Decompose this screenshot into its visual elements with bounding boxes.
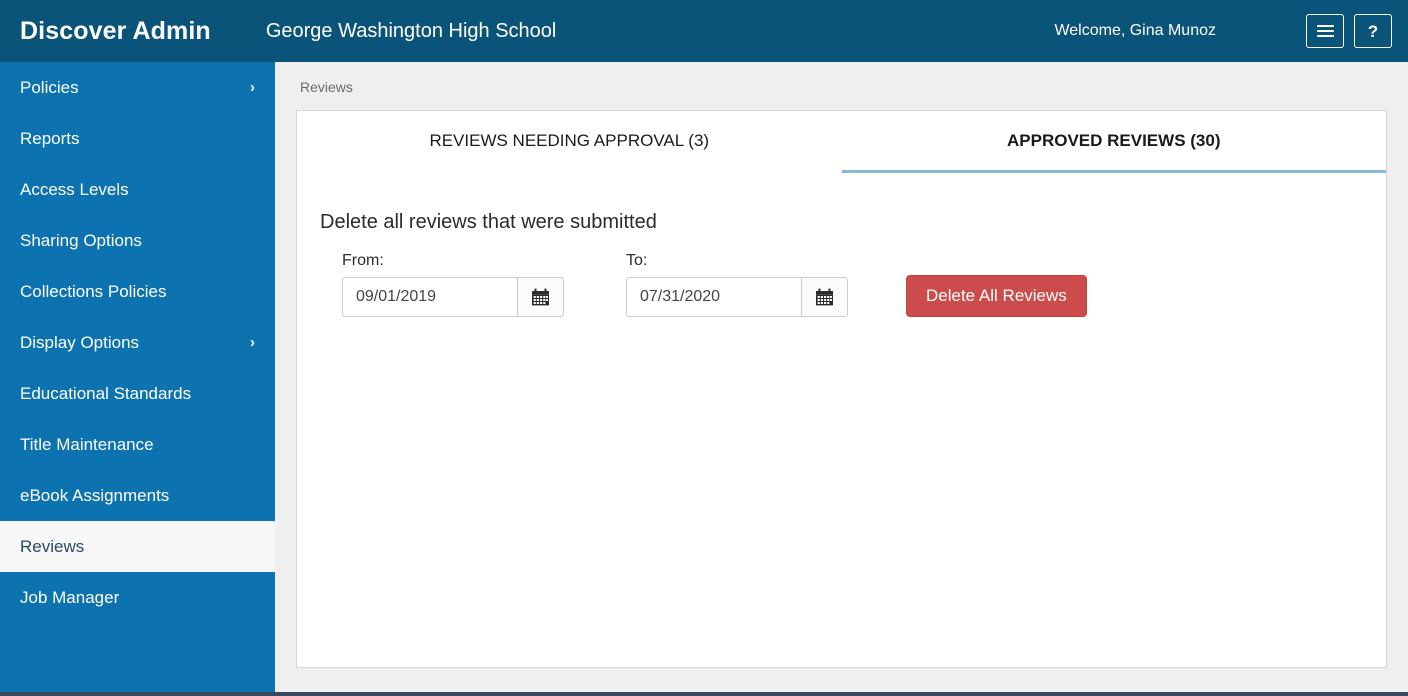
panel-title: Delete all reviews that were submitted [320, 211, 657, 233]
tab-label: APPROVED REVIEWS (30) [1007, 130, 1221, 150]
sidebar-item-label: Sharing Options [20, 230, 142, 250]
footer-bar [0, 692, 1408, 696]
sidebar-item-label: Educational Standards [20, 383, 192, 403]
sidebar-item-label: Reviews [20, 536, 85, 556]
sidebar-item-ebook-assignments[interactable]: eBook Assignments [0, 470, 275, 521]
sidebar-item-label: Job Manager [20, 587, 120, 607]
sidebar-item-label: Access Levels [20, 179, 129, 199]
delete-all-reviews-button[interactable]: Delete All Reviews [906, 275, 1087, 317]
chevron-right-icon: › [250, 334, 255, 351]
question-mark-icon: ? [1367, 21, 1379, 41]
tab-label: REVIEWS NEEDING APPROVAL (3) [429, 130, 710, 150]
calendar-icon [532, 288, 549, 305]
sidebar-item-job-manager[interactable]: Job Manager [0, 572, 275, 623]
app-brand: Discover Admin [20, 16, 211, 45]
sidebar-item-sharing-options[interactable]: Sharing Options [0, 215, 275, 266]
sidebar-item-display-options[interactable]: Display Options › [0, 317, 275, 368]
sidebar-item-label: Display Options [20, 332, 140, 352]
app-header: Discover Admin George Washington High Sc… [0, 0, 1408, 62]
sidebar-item-collections-policies[interactable]: Collections Policies [0, 266, 275, 317]
hamburger-menu-icon [1316, 22, 1334, 40]
sidebar-item-policies[interactable]: Policies › [0, 62, 275, 113]
sidebar-item-label: Collections Policies [20, 281, 167, 301]
app-root: Discover Admin George Washington High Sc… [0, 0, 1408, 696]
welcome-message: Welcome, Gina Munoz [1054, 22, 1216, 39]
sidebar-item-educational-standards[interactable]: Educational Standards [0, 368, 275, 419]
main-content: Reviews REVIEWS NEEDING APPROVAL (3) APP… [275, 62, 1408, 692]
reviews-card: REVIEWS NEEDING APPROVAL (3) APPROVED RE… [296, 110, 1387, 668]
from-date-input-group [342, 277, 564, 317]
sidebar-item-label: Title Maintenance [20, 434, 154, 454]
hamburger-menu-button[interactable] [1306, 14, 1344, 48]
school-name: George Washington High School [265, 19, 557, 42]
to-date-input[interactable] [626, 277, 801, 317]
sidebar-item-reviews[interactable]: Reviews [0, 521, 275, 572]
to-date-field: To: [604, 252, 848, 317]
from-date-label: From: [342, 252, 384, 269]
sidebar-item-access-levels[interactable]: Access Levels [0, 164, 275, 215]
delete-reviews-panel: Delete all reviews that were submitted F… [297, 173, 1386, 317]
from-date-calendar-button[interactable] [517, 277, 564, 317]
chevron-right-icon: › [250, 79, 255, 96]
to-date-calendar-button[interactable] [801, 277, 848, 317]
sidebar-item-label: eBook Assignments [20, 485, 170, 505]
sidebar-item-title-maintenance[interactable]: Title Maintenance [0, 419, 275, 470]
sidebar-nav: Policies › Reports Access Levels Sharing… [0, 62, 275, 692]
sidebar-item-label: Reports [20, 128, 80, 148]
date-range-row: From: 09/01/2019 To: 07/31/2020 Delete A… [320, 252, 1386, 317]
to-date-input-group [626, 277, 848, 317]
calendar-icon [816, 288, 833, 305]
sidebar-item-label: Policies [20, 77, 79, 97]
tab-approved-reviews[interactable]: APPROVED REVIEWS (30) [841, 111, 1386, 173]
tab-reviews-needing-approval[interactable]: REVIEWS NEEDING APPROVAL (3) [297, 111, 842, 173]
tab-bar: REVIEWS NEEDING APPROVAL (3) APPROVED RE… [297, 111, 1386, 173]
from-date-field: From: [320, 252, 564, 317]
sidebar-item-reports[interactable]: Reports [0, 113, 275, 164]
to-date-label: To: [626, 252, 648, 269]
help-button[interactable]: ? [1354, 14, 1392, 48]
header-actions: Welcome, Gina Munoz ? [1054, 14, 1392, 48]
breadcrumb: Reviews [300, 79, 353, 95]
from-date-input[interactable] [342, 277, 517, 317]
